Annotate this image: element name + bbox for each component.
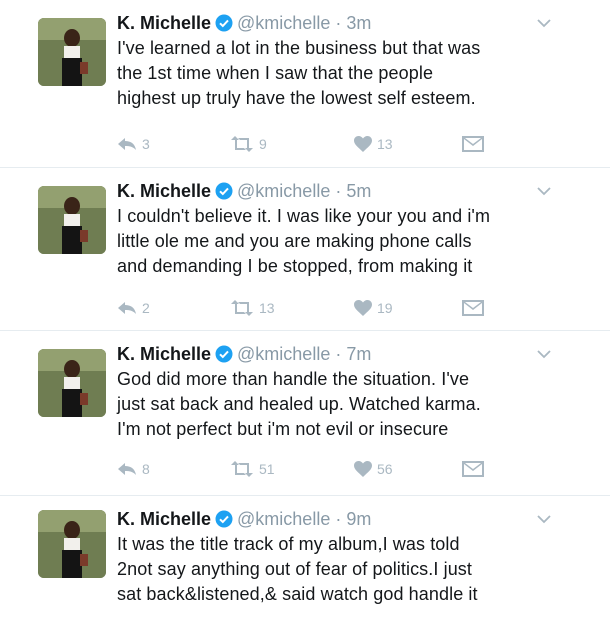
separator: · (335, 509, 342, 529)
retweet-icon (231, 461, 253, 477)
retweet-count: 51 (259, 461, 275, 477)
like-count: 19 (377, 300, 393, 316)
tweet-header: K. Michelle @kmichelle · 5m (117, 180, 371, 202)
reply-icon (118, 463, 136, 475)
tweet-text: God did more than handle the situation. … (117, 367, 587, 442)
retweet-button[interactable]: 9 (230, 134, 267, 154)
tweet-text-line: sat back&listened,& said watch god handl… (117, 584, 478, 604)
retweet-icon (231, 136, 253, 152)
tweet-text-line: highest up truly have the lowest self es… (117, 88, 476, 108)
avatar[interactable] (38, 186, 106, 254)
direct-message-icon (462, 136, 484, 152)
timestamp[interactable]: 5m (346, 181, 371, 201)
tweet-text-line: 2not say anything out of fear of politic… (117, 559, 472, 579)
heart-icon (354, 300, 372, 316)
tweet-header: K. Michelle @kmichelle · 3m (117, 12, 371, 34)
retweet-count: 13 (259, 300, 275, 316)
chevron-down-icon[interactable] (537, 349, 551, 359)
direct-message-button[interactable] (462, 459, 489, 479)
retweet-button[interactable]: 51 (230, 459, 275, 479)
tweet-feed: K. Michelle @kmichelle · 3m I've learned … (0, 0, 610, 617)
heart-icon (354, 136, 372, 152)
avatar[interactable] (38, 510, 106, 578)
separator: · (335, 13, 342, 33)
tweet-text: I've learned a lot in the business but t… (117, 36, 587, 111)
tweet-header: K. Michelle @kmichelle · 7m (117, 343, 371, 365)
tweet-text-line: the 1st time when I saw that the people (117, 63, 434, 83)
reply-button[interactable]: 8 (117, 459, 150, 479)
chevron-down-icon[interactable] (537, 514, 551, 524)
reply-count: 2 (142, 300, 150, 316)
reply-count: 3 (142, 136, 150, 152)
handle[interactable]: @kmichelle (237, 181, 330, 201)
verified-badge-icon (215, 345, 233, 363)
like-count: 13 (377, 136, 393, 152)
like-button[interactable]: 56 (354, 459, 393, 479)
direct-message-icon (462, 300, 484, 316)
tweet-actions: 8 51 56 (117, 459, 517, 479)
retweet-button[interactable]: 13 (230, 298, 275, 318)
tweet-text-line: I couldn't believe it. I was like your y… (117, 206, 491, 226)
tweet-header: K. Michelle @kmichelle · 9m (117, 508, 371, 530)
display-name[interactable]: K. Michelle (117, 13, 211, 33)
timestamp[interactable]: 3m (346, 13, 371, 33)
tweet[interactable]: K. Michelle @kmichelle · 9m It was the ti… (0, 496, 610, 617)
tweet-text-line: It was the title track of my album,I was… (117, 534, 460, 554)
reply-button[interactable]: 2 (117, 298, 150, 318)
retweet-icon (231, 300, 253, 316)
tweet-text: I couldn't believe it. I was like your y… (117, 204, 587, 279)
reply-icon (118, 138, 136, 150)
tweet-actions: 3 9 13 (117, 134, 517, 154)
tweet-text-line: just sat back and healed up. Watched kar… (117, 394, 481, 414)
display-name[interactable]: K. Michelle (117, 344, 211, 364)
display-name[interactable]: K. Michelle (117, 181, 211, 201)
handle[interactable]: @kmichelle (237, 509, 330, 529)
timestamp[interactable]: 9m (346, 509, 371, 529)
tweet[interactable]: K. Michelle @kmichelle · 7m God did more … (0, 331, 610, 496)
tweet-text-line: I'm not perfect but i'm not evil or inse… (117, 419, 449, 439)
chevron-down-icon[interactable] (537, 186, 551, 196)
tweet[interactable]: K. Michelle @kmichelle · 5m I couldn't be… (0, 168, 610, 331)
display-name[interactable]: K. Michelle (117, 509, 211, 529)
tweet-text-line: and demanding I be stopped, from making … (117, 256, 473, 276)
chevron-down-icon[interactable] (537, 18, 551, 28)
separator: · (335, 344, 342, 364)
verified-badge-icon (215, 510, 233, 528)
verified-badge-icon (215, 14, 233, 32)
separator: · (335, 181, 342, 201)
like-count: 56 (377, 461, 393, 477)
tweet-text: It was the title track of my album,I was… (117, 532, 587, 607)
tweet-text-line: God did more than handle the situation. … (117, 369, 470, 389)
handle[interactable]: @kmichelle (237, 344, 330, 364)
tweet-text-line: I've learned a lot in the business but t… (117, 38, 481, 58)
like-button[interactable]: 19 (354, 298, 393, 318)
retweet-count: 9 (259, 136, 267, 152)
reply-count: 8 (142, 461, 150, 477)
tweet-actions: 2 13 19 (117, 298, 517, 318)
reply-button[interactable]: 3 (117, 134, 150, 154)
direct-message-icon (462, 461, 484, 477)
tweet-text-line: little ole me and you are making phone c… (117, 231, 472, 251)
verified-badge-icon (215, 182, 233, 200)
avatar[interactable] (38, 18, 106, 86)
avatar[interactable] (38, 349, 106, 417)
heart-icon (354, 461, 372, 477)
direct-message-button[interactable] (462, 298, 489, 318)
direct-message-button[interactable] (462, 134, 489, 154)
handle[interactable]: @kmichelle (237, 13, 330, 33)
like-button[interactable]: 13 (354, 134, 393, 154)
reply-icon (118, 302, 136, 314)
tweet[interactable]: K. Michelle @kmichelle · 3m I've learned … (0, 0, 610, 168)
timestamp[interactable]: 7m (346, 344, 371, 364)
